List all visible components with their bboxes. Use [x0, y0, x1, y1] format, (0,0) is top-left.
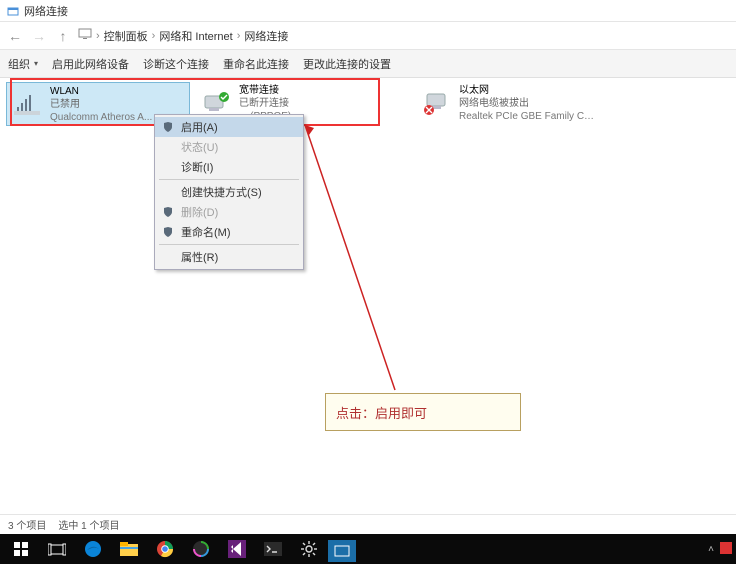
menu-separator	[159, 179, 299, 180]
breadcrumb-item[interactable]: 网络和 Internet	[159, 28, 232, 44]
address-bar: ← → ↑ › 控制面板 › 网络和 Internet › 网络连接	[0, 22, 736, 50]
menu-label: 删除(D)	[181, 204, 218, 220]
toolbar-rename[interactable]: 重命名此连接	[223, 56, 289, 72]
adapter-name: 以太网	[459, 84, 597, 97]
adapter-status: 网络电缆被拔出	[459, 97, 597, 110]
toolbar-enable[interactable]: 启用此网络设备	[52, 56, 129, 72]
status-selected: 选中 1 个项目	[58, 517, 119, 532]
menu-label: 属性(R)	[181, 249, 218, 265]
menu-delete: 删除(D)	[155, 202, 303, 222]
adapter-status: 已禁用	[50, 98, 152, 111]
context-menu: 启用(A) 状态(U) 诊断(I) 创建快捷方式(S) 删除(D) 重命名(M)…	[154, 114, 304, 270]
status-count: 3 个项目	[8, 517, 46, 532]
adapter-status: 已断开连接	[239, 97, 291, 110]
shield-icon	[161, 225, 175, 239]
adapters-row: WLAN 已禁用 Qualcomm Atheros A... 宽带连接 已断开连…	[0, 78, 736, 130]
toolbar-diagnose[interactable]: 诊断这个连接	[143, 56, 209, 72]
menu-label: 诊断(I)	[181, 159, 213, 175]
toolbar: 组织 启用此网络设备 诊断这个连接 重命名此连接 更改此连接的设置	[0, 50, 736, 78]
adapter-detail: Qualcomm Atheros A...	[50, 111, 152, 124]
explorer-icon[interactable]	[112, 535, 146, 563]
shield-icon	[161, 120, 175, 134]
tray-up-icon[interactable]: ˄	[708, 544, 714, 555]
breadcrumb-item[interactable]: 网络连接	[244, 28, 288, 44]
organize-button[interactable]: 组织	[8, 56, 38, 72]
breadcrumb-sep: ›	[237, 30, 241, 42]
app-icon-2[interactable]	[328, 540, 356, 562]
adapter-detail: Realtek PCIe GBE Family Contr...	[459, 110, 597, 123]
vs-icon[interactable]	[220, 535, 254, 563]
taskbar-tray: ˄	[708, 534, 732, 564]
tray-app-icon[interactable]	[720, 542, 732, 557]
menu-diagnose[interactable]: 诊断(I)	[155, 157, 303, 177]
nav-up-icon[interactable]: ↑	[54, 27, 72, 45]
annotation-text: 点击：启用即可	[336, 403, 427, 422]
adapter-name: 宽带连接	[239, 84, 291, 97]
toolbar-change-settings[interactable]: 更改此连接的设置	[303, 56, 391, 72]
edge-icon[interactable]	[76, 535, 110, 563]
content-area: WLAN 已禁用 Qualcomm Atheros A... 宽带连接 已断开连…	[0, 78, 736, 518]
menu-label: 重命名(M)	[181, 224, 231, 240]
breadcrumb-sep: ›	[152, 30, 156, 42]
annotation-arrow	[300, 120, 420, 395]
menu-label: 启用(A)	[181, 119, 218, 135]
start-button[interactable]	[4, 535, 38, 563]
menu-status: 状态(U)	[155, 137, 303, 157]
menu-shortcut[interactable]: 创建快捷方式(S)	[155, 182, 303, 202]
terminal-icon[interactable]	[256, 535, 290, 563]
breadcrumb-sep: ›	[96, 30, 100, 42]
breadcrumb[interactable]: › 控制面板 › 网络和 Internet › 网络连接	[78, 28, 288, 44]
menu-label: 状态(U)	[181, 139, 218, 155]
taskview-button[interactable]	[40, 535, 74, 563]
shield-icon	[161, 205, 175, 219]
adapter-ethernet[interactable]: 以太网 网络电缆被拔出 Realtek PCIe GBE Family Cont…	[416, 82, 600, 126]
settings-icon[interactable]	[292, 535, 326, 563]
window-title: 网络连接	[24, 3, 68, 19]
wifi-icon	[10, 85, 46, 121]
ethernet-icon	[419, 84, 455, 120]
menu-label: 创建快捷方式(S)	[181, 184, 262, 200]
menu-separator	[159, 244, 299, 245]
nav-forward-icon[interactable]: →	[30, 27, 48, 45]
pc-icon	[78, 28, 92, 43]
nav-back-icon[interactable]: ←	[6, 27, 24, 45]
menu-properties[interactable]: 属性(R)	[155, 247, 303, 267]
app-icon[interactable]	[184, 535, 218, 563]
title-bar: 网络连接	[0, 0, 736, 22]
menu-enable[interactable]: 启用(A)	[155, 117, 303, 137]
annotation-callout: 点击：启用即可	[325, 393, 521, 431]
chrome-icon[interactable]	[148, 535, 182, 563]
status-bar: 3 个项目 选中 1 个项目	[0, 514, 736, 534]
adapter-name: WLAN	[50, 85, 152, 98]
window-icon	[6, 4, 20, 18]
menu-rename[interactable]: 重命名(M)	[155, 222, 303, 242]
taskbar: ˄	[0, 534, 736, 564]
breadcrumb-item[interactable]: 控制面板	[104, 28, 148, 44]
